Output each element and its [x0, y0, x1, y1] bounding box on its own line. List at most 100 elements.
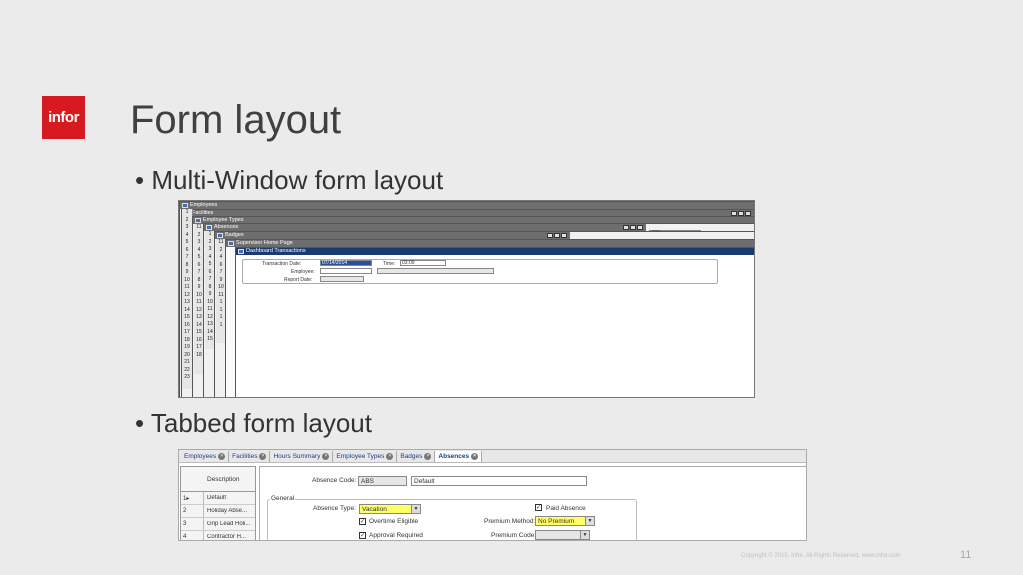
tab-employees[interactable]: Employees × [181, 450, 230, 462]
tab-bar: Employees × Facilities × Hours Summary × Em… [179, 450, 806, 463]
maximize-icon[interactable] [630, 225, 636, 230]
absence-code-field[interactable]: ABS [358, 476, 407, 486]
row-number: 11 [184, 284, 190, 290]
row-number: 3 [185, 224, 189, 230]
absence-grid: Description 1▸ Default 2 Holiday Abse... 3… [180, 466, 256, 540]
row-number: 10 [184, 276, 190, 283]
window-icon [195, 218, 201, 223]
overtime-eligible-checkbox[interactable]: ✓ [359, 518, 366, 525]
time-field[interactable]: 03:09 [400, 260, 446, 266]
bullet-tabbed: • Tabbed form layout [135, 408, 372, 438]
slide-title: Form layout [130, 98, 342, 142]
absence-code-label: Absence Code: [312, 477, 357, 484]
row-number: 18 [184, 336, 190, 343]
approval-required-label: Approval Required [369, 532, 423, 539]
tab-badges[interactable]: Badges × [397, 450, 436, 462]
row-number: 1 [185, 209, 189, 215]
close-tab-icon[interactable]: × [386, 452, 394, 460]
window-dashboard-transactions: Dashboard Transactions Transaction Date:… [235, 247, 754, 397]
chevron-down-icon[interactable]: ▼ [411, 505, 420, 513]
premium-code-select[interactable]: ▼ [535, 530, 590, 540]
paid-absence-checkbox[interactable]: ✓ [535, 504, 542, 511]
tab-hours-summary[interactable]: Hours Summary × [270, 450, 334, 462]
window-controls [547, 233, 567, 238]
close-tab-icon[interactable]: × [259, 452, 267, 460]
maximize-icon[interactable] [554, 233, 560, 238]
row-number: 8 [185, 261, 189, 268]
close-icon[interactable] [637, 225, 643, 230]
row-number: 6 [185, 246, 189, 253]
window-titlebar[interactable]: Absences [204, 224, 646, 231]
tab-label: Employees [184, 452, 217, 460]
row-number: 21 [184, 359, 190, 365]
tab-facilities[interactable]: Facilities × [229, 450, 271, 462]
window-icon [217, 233, 223, 238]
chevron-down-icon[interactable]: ▼ [580, 531, 589, 539]
minimize-icon[interactable] [547, 233, 553, 238]
absence-type-label: Absence Type: [313, 505, 356, 512]
report-date-field[interactable] [320, 276, 364, 282]
transaction-date-label: Transaction Date: [262, 261, 302, 267]
table-row[interactable]: 2 Holiday Abse... [181, 505, 255, 518]
table-row[interactable]: 4 Contractor H... [181, 531, 255, 540]
close-tab-icon[interactable]: × [471, 452, 479, 460]
window-controls [623, 225, 643, 230]
tab-absences[interactable]: Absences × [435, 450, 483, 462]
employee-field[interactable] [320, 268, 372, 274]
tab-label: Absences [438, 452, 470, 460]
general-group-label: General [270, 495, 296, 502]
row-number: 17 [184, 329, 190, 335]
table-row[interactable]: 3 Grip Lead Holi... [181, 518, 255, 531]
row-number: 12 [184, 291, 190, 298]
close-icon[interactable] [561, 233, 567, 238]
row-number: 13 [184, 299, 190, 305]
row-description: Contractor H... [207, 534, 247, 540]
approval-required-checkbox[interactable]: ✓ [359, 532, 366, 539]
absence-description-field[interactable]: Default [411, 476, 587, 486]
minimize-icon[interactable] [623, 225, 629, 230]
close-tab-icon[interactable]: × [424, 452, 432, 460]
close-tab-icon[interactable]: × [218, 452, 226, 460]
row-description: Default [207, 495, 227, 501]
employee-label: Employee: [291, 269, 315, 275]
window-title: Employees [190, 202, 218, 208]
tab-employee-types[interactable]: Employee Types × [333, 450, 398, 462]
table-row[interactable]: 1▸ Default [181, 492, 255, 505]
premium-code-label: Premium Code: [491, 532, 537, 539]
row-number: 3 [181, 518, 204, 530]
multi-window-screenshot: Employees Facilities 1 2 3 4 5 6 7 8 9 1… [178, 200, 755, 398]
premium-method-value: No Premium [538, 518, 575, 525]
absence-type-value: Vacation [362, 506, 387, 513]
tab-label: Facilities [232, 452, 258, 460]
absence-description-value: Default [414, 478, 435, 485]
column-header-description: Description [207, 475, 240, 483]
premium-method-select[interactable]: No Premium ▼ [535, 516, 595, 526]
tab-label: Hours Summary [273, 452, 321, 460]
absence-type-select[interactable]: Vacation ▼ [359, 504, 421, 514]
time-label: Time: [383, 261, 396, 267]
row-number: 2 [185, 216, 189, 223]
window-titlebar[interactable]: Dashboard Transactions [236, 248, 754, 255]
row-number: 7 [185, 254, 189, 260]
window-titlebar[interactable]: Employees [180, 202, 754, 209]
chevron-down-icon[interactable]: ▼ [585, 517, 594, 525]
absence-form: Absence Code: ABS Default General Absenc… [259, 466, 806, 540]
window-titlebar[interactable]: Badges [215, 232, 570, 239]
bullet-multi-window: • Multi-Window form layout [135, 165, 444, 195]
window-icon [182, 203, 188, 208]
grid-header: Description [181, 467, 255, 492]
employee-name-field [377, 268, 494, 274]
window-icon [228, 241, 234, 246]
page-number: 11 [960, 549, 972, 561]
row-number: 20 [184, 351, 190, 358]
tab-label: Employee Types [336, 452, 385, 460]
window-titlebar[interactable]: Supervisor Home Page [226, 240, 754, 247]
transaction-date-field[interactable]: 07/14/2014 [320, 260, 372, 266]
row-number: 1▸ [181, 492, 204, 504]
row-number: 15 [184, 314, 190, 320]
close-tab-icon[interactable]: × [322, 452, 330, 460]
overtime-eligible-label: Overtime Eligible [369, 518, 419, 525]
absence-code-value: ABS [361, 478, 375, 485]
row-number: 4 [181, 531, 204, 540]
row-number: 9 [185, 269, 189, 275]
